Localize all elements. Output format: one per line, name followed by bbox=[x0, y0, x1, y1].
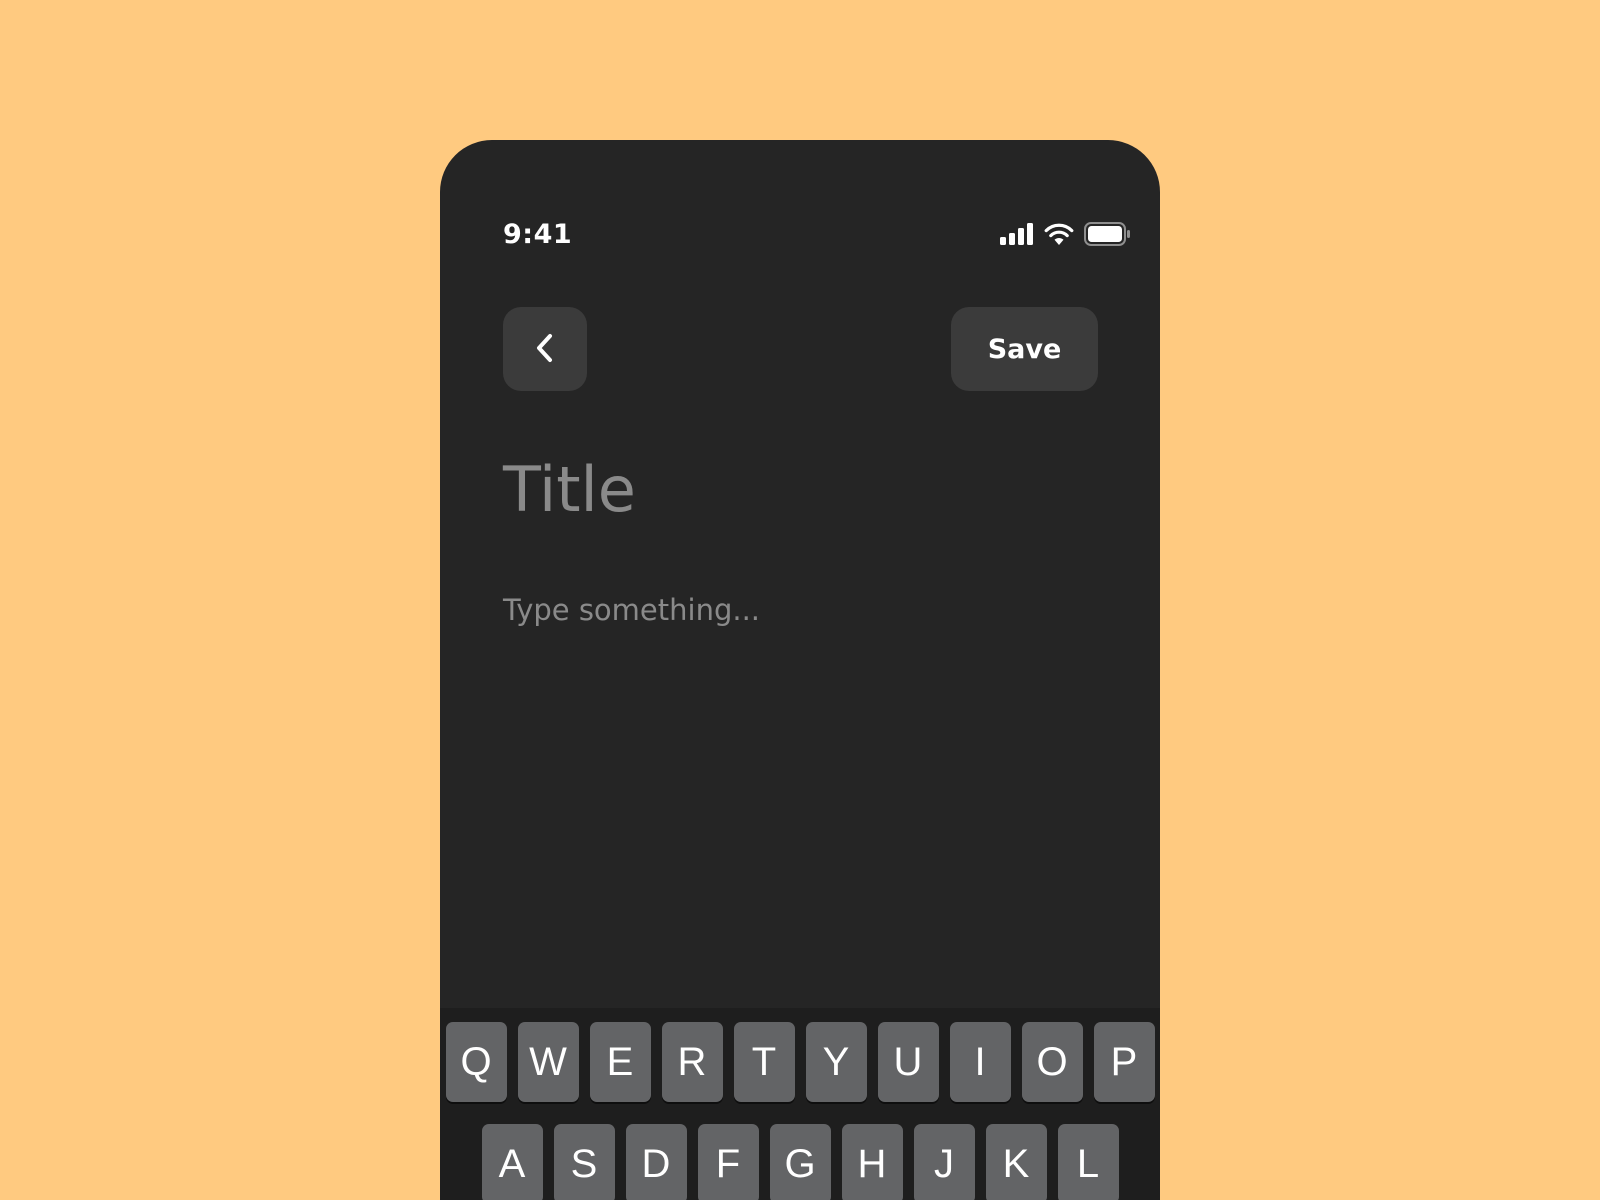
key-l[interactable]: L bbox=[1057, 1124, 1119, 1200]
title-input[interactable]: Title bbox=[503, 450, 1097, 530]
key-t[interactable]: T bbox=[733, 1022, 795, 1102]
keyboard-row-2: A S D F G H J K L bbox=[440, 1124, 1160, 1200]
key-h[interactable]: H bbox=[841, 1124, 903, 1200]
status-icons bbox=[1000, 222, 1130, 246]
battery-icon bbox=[1084, 222, 1130, 246]
key-e[interactable]: E bbox=[589, 1022, 651, 1102]
key-u[interactable]: U bbox=[877, 1022, 939, 1102]
key-k[interactable]: K bbox=[985, 1124, 1047, 1200]
key-g[interactable]: G bbox=[769, 1124, 831, 1200]
key-d[interactable]: D bbox=[625, 1124, 687, 1200]
key-f[interactable]: F bbox=[697, 1124, 759, 1200]
wifi-icon bbox=[1044, 223, 1074, 245]
save-button[interactable]: Save bbox=[951, 307, 1098, 391]
cellular-signal-icon bbox=[1000, 223, 1034, 245]
back-button[interactable] bbox=[503, 307, 587, 391]
status-time: 9:41 bbox=[503, 219, 573, 250]
keyboard: Q W E R T Y U I O P A S D F G H J K L bbox=[440, 1008, 1160, 1200]
note-body-input[interactable]: Type something... bbox=[503, 590, 1097, 630]
chevron-left-icon bbox=[533, 331, 557, 368]
key-j[interactable]: J bbox=[913, 1124, 975, 1200]
key-a[interactable]: A bbox=[481, 1124, 543, 1200]
key-w[interactable]: W bbox=[517, 1022, 579, 1102]
key-r[interactable]: R bbox=[661, 1022, 723, 1102]
keyboard-row-1: Q W E R T Y U I O P bbox=[440, 1022, 1160, 1102]
key-i[interactable]: I bbox=[949, 1022, 1011, 1102]
key-o[interactable]: O bbox=[1021, 1022, 1083, 1102]
key-q[interactable]: Q bbox=[445, 1022, 507, 1102]
key-p[interactable]: P bbox=[1093, 1022, 1155, 1102]
key-s[interactable]: S bbox=[553, 1124, 615, 1200]
phone-screen: 9:41 Save Title Type something... Q W E … bbox=[440, 140, 1160, 1200]
key-y[interactable]: Y bbox=[805, 1022, 867, 1102]
